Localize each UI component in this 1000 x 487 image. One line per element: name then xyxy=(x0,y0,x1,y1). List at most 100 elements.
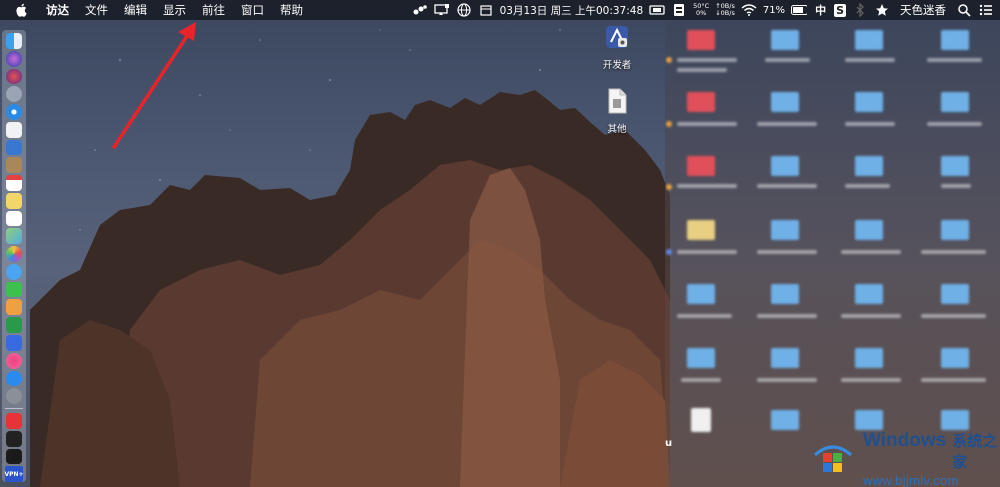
maps-icon[interactable] xyxy=(6,228,22,245)
blurred-label xyxy=(941,184,971,188)
folder-icon[interactable] xyxy=(941,156,969,176)
photos-icon[interactable] xyxy=(6,246,22,262)
safari-icon[interactable] xyxy=(6,104,22,120)
finder-icon[interactable] xyxy=(6,33,22,49)
document-icon[interactable] xyxy=(691,408,711,432)
cpu-usage-value: 0% xyxy=(696,9,707,17)
blurred-label xyxy=(841,250,901,254)
blurred-label xyxy=(921,378,986,382)
tag-dot xyxy=(666,249,672,255)
battery-icon[interactable] xyxy=(791,3,808,17)
folder-icon[interactable] xyxy=(855,348,883,368)
user-name-menu[interactable]: 天色迷香 xyxy=(896,0,950,20)
folder-icon[interactable] xyxy=(687,220,715,240)
notes-icon[interactable] xyxy=(6,157,22,174)
bluetooth-icon[interactable] xyxy=(852,3,868,17)
folder-icon[interactable] xyxy=(687,92,715,112)
folder-icon[interactable] xyxy=(771,284,799,304)
blurred-label xyxy=(841,378,901,382)
input-method-sogou[interactable]: S xyxy=(834,3,846,17)
folder-icon[interactable] xyxy=(855,284,883,304)
folder-icon[interactable] xyxy=(771,410,799,430)
system-preferences-icon[interactable] xyxy=(6,388,22,405)
notification-center-icon[interactable] xyxy=(978,3,994,17)
document-icon xyxy=(606,88,628,118)
folder-icon[interactable] xyxy=(771,156,799,176)
folder-icon[interactable] xyxy=(855,156,883,176)
menu-window[interactable]: 窗口 xyxy=(233,0,272,20)
desktop-icon-other[interactable]: 其他 xyxy=(592,88,642,135)
app-status-icon[interactable] xyxy=(671,3,687,17)
folder-icon[interactable] xyxy=(855,410,883,430)
vpn-icon[interactable]: VPN+ xyxy=(4,466,24,483)
menu-file[interactable]: 文件 xyxy=(77,0,116,20)
photo-viewer-icon[interactable] xyxy=(6,139,22,156)
blurred-label xyxy=(845,184,890,188)
dock: VPN+ xyxy=(2,30,26,483)
folder-icon[interactable] xyxy=(771,348,799,368)
rocket-app-icon[interactable] xyxy=(6,86,22,103)
folder-icon[interactable] xyxy=(941,410,969,430)
app-store-icon[interactable] xyxy=(6,370,22,387)
blurred-label xyxy=(757,314,817,318)
star-icon[interactable] xyxy=(874,3,890,17)
menu-help[interactable]: 帮助 xyxy=(272,0,311,20)
pages-icon[interactable] xyxy=(6,299,22,316)
globe-icon[interactable] xyxy=(456,3,472,17)
search-icon[interactable] xyxy=(956,3,972,17)
screen-mirror-icon[interactable] xyxy=(433,3,450,17)
siri-icon[interactable] xyxy=(6,50,22,67)
reminders-icon[interactable] xyxy=(6,192,22,209)
blurred-label xyxy=(927,58,982,62)
folder-icon[interactable] xyxy=(771,30,799,50)
download-speed: ↓0B/s xyxy=(715,9,735,17)
terminal-icon[interactable] xyxy=(6,430,22,447)
folder-icon[interactable] xyxy=(687,348,715,368)
blurred-label xyxy=(921,250,986,254)
folder-icon[interactable] xyxy=(941,220,969,240)
windows-logo-icon xyxy=(811,441,855,477)
menu-view[interactable]: 显示 xyxy=(155,0,194,20)
numbers-icon[interactable] xyxy=(6,317,22,334)
menu-go[interactable]: 前往 xyxy=(194,0,233,20)
folder-icon[interactable] xyxy=(941,30,969,50)
dots-status-icon[interactable] xyxy=(412,3,428,17)
folder-icon[interactable] xyxy=(771,92,799,112)
menu-finder[interactable]: 访达 xyxy=(38,0,77,20)
blurred-label xyxy=(845,122,895,126)
preview-icon[interactable] xyxy=(6,121,22,138)
temperature-readout[interactable]: 50°C 0% xyxy=(693,3,709,17)
battery-percentage[interactable]: 71% xyxy=(763,5,785,16)
folder-icon[interactable] xyxy=(855,92,883,112)
folder-icon[interactable] xyxy=(687,284,715,304)
display-icon[interactable] xyxy=(649,3,665,17)
input-method-chinese[interactable]: 中 xyxy=(813,2,828,18)
keynote-icon[interactable] xyxy=(6,335,22,351)
folder-icon[interactable] xyxy=(687,30,715,50)
facetime-icon[interactable] xyxy=(6,281,22,298)
folder-icon[interactable] xyxy=(855,30,883,50)
folder-icon[interactable] xyxy=(941,284,969,304)
folder-icon[interactable] xyxy=(687,156,715,176)
notes-list-icon[interactable] xyxy=(6,210,22,227)
itunes-icon[interactable] xyxy=(6,352,22,369)
messages-icon[interactable] xyxy=(6,263,22,280)
desktop-icon-developer[interactable]: 开发者 xyxy=(592,24,642,71)
blurred-label xyxy=(677,122,737,126)
stocks-icon[interactable] xyxy=(6,448,22,465)
calendar-icon[interactable] xyxy=(6,175,22,191)
menubar-clock[interactable]: 03月13日 周三 上午00:37:48 xyxy=(500,3,644,18)
vivaldi-icon[interactable] xyxy=(6,413,22,429)
developer-app-icon xyxy=(604,24,630,54)
download-speed-value: 0B/s xyxy=(720,9,735,17)
folder-icon[interactable] xyxy=(855,220,883,240)
launchpad-icon[interactable] xyxy=(6,68,22,85)
menu-edit[interactable]: 编辑 xyxy=(116,0,155,20)
network-speed-readout[interactable]: ↑0B/s ↓0B/s xyxy=(715,3,735,17)
folder-icon[interactable] xyxy=(941,92,969,112)
folder-icon[interactable] xyxy=(941,348,969,368)
apple-menu-icon[interactable] xyxy=(14,2,28,18)
folder-icon[interactable] xyxy=(771,220,799,240)
wifi-icon[interactable] xyxy=(741,3,757,17)
blurred-label xyxy=(765,58,810,62)
